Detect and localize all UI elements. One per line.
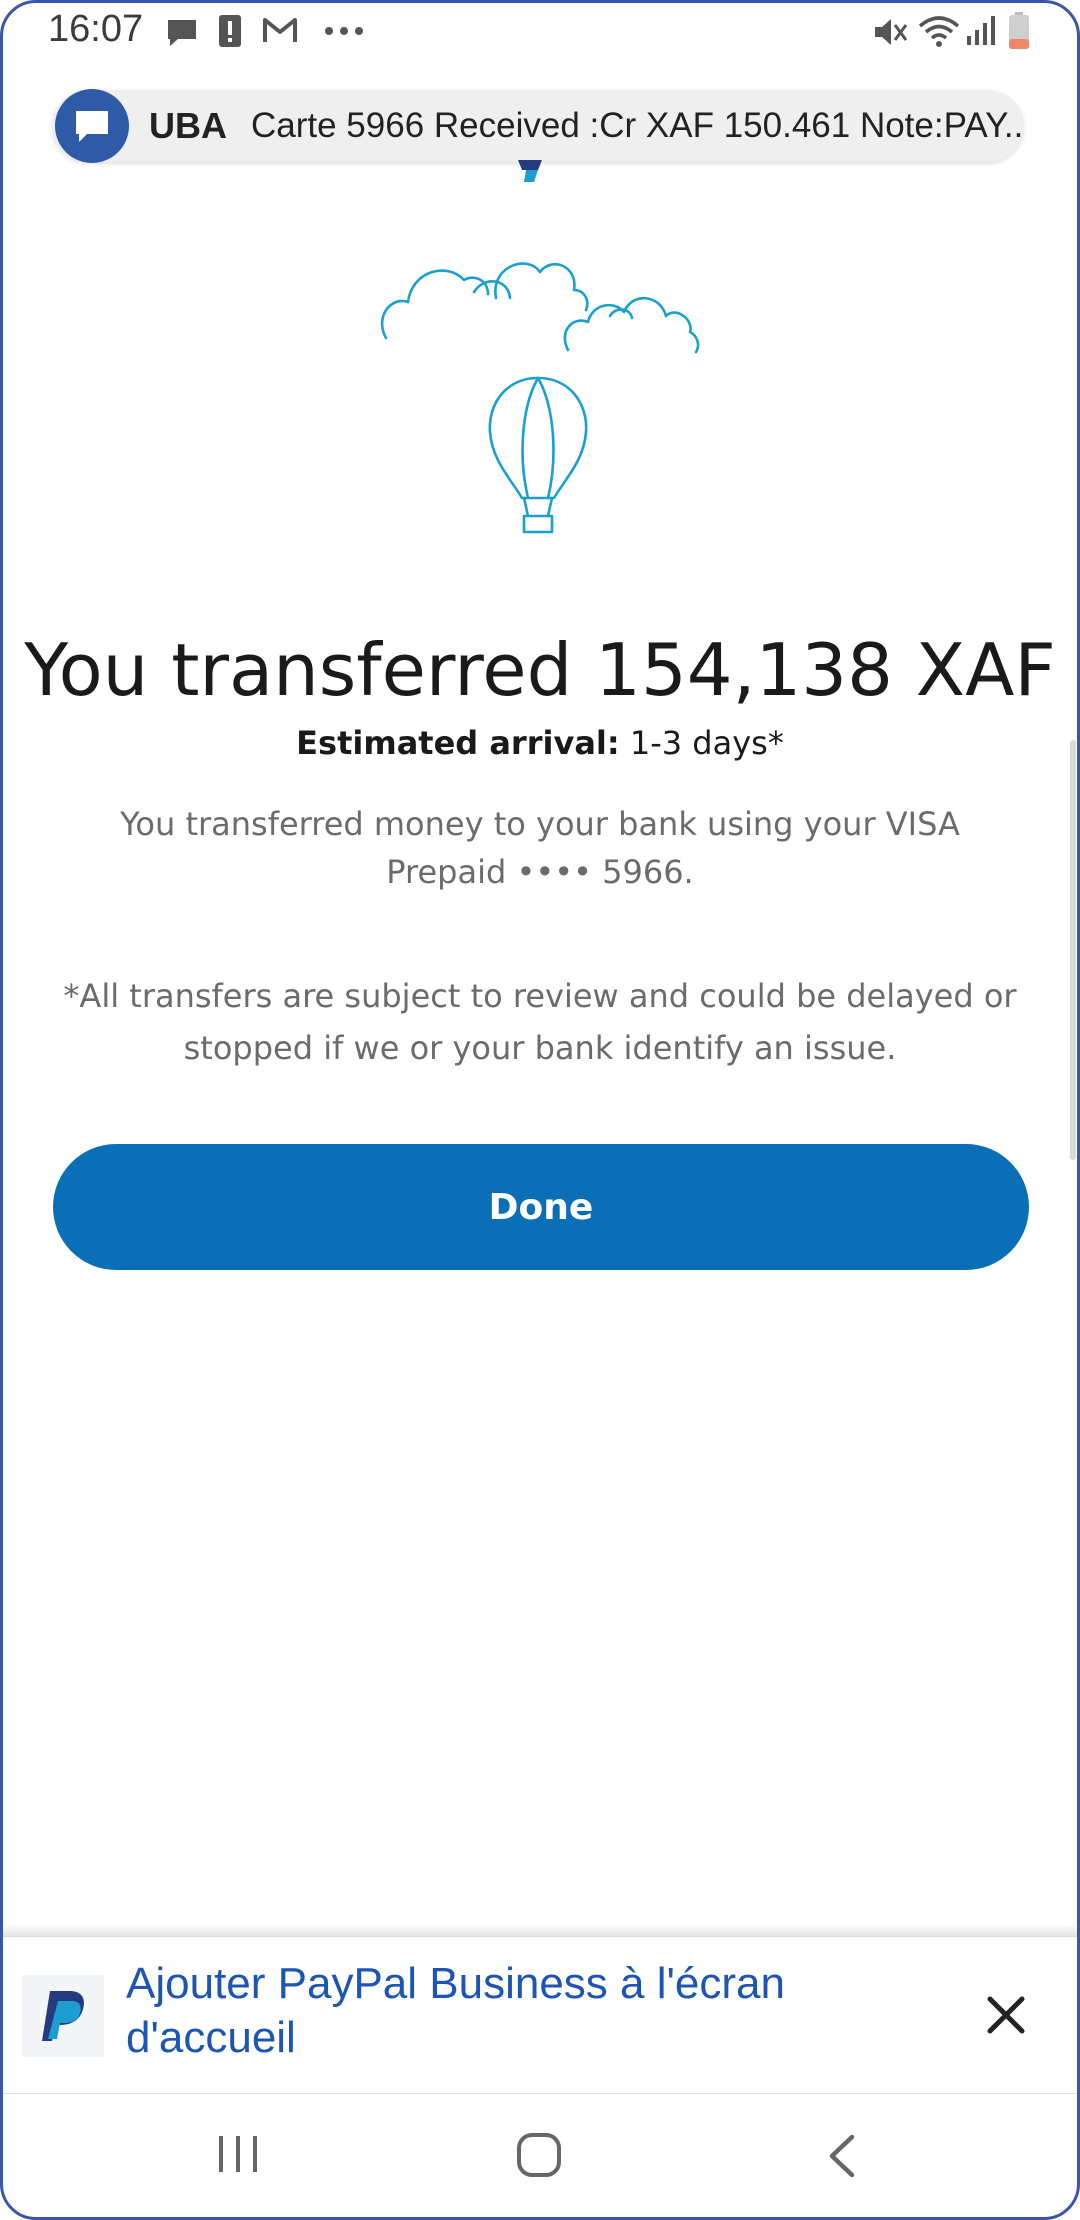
paypal-logo-fragment — [518, 160, 542, 182]
arrival-value: 1-3 days* — [629, 724, 784, 762]
scrollbar[interactable] — [1070, 740, 1076, 1160]
more-dots-icon — [325, 27, 363, 35]
message-app-icon — [55, 89, 129, 163]
system-navigation-bar — [0, 2094, 1080, 2220]
back-icon[interactable] — [826, 2134, 858, 2178]
alert-icon — [219, 15, 241, 47]
signal-icon — [967, 16, 995, 45]
message-icon — [168, 20, 196, 46]
review-disclaimer: *All transfers are subject to review and… — [63, 977, 1017, 1067]
paypal-logo-icon — [22, 1975, 104, 2057]
estimated-arrival: Estimated arrival: 1-3 days* — [0, 724, 1080, 762]
notification-sender: UBA — [149, 105, 227, 146]
recent-apps-icon[interactable] — [216, 2134, 260, 2174]
status-bar: 16:07 — [0, 0, 1080, 62]
wifi-icon — [918, 16, 960, 47]
add-to-home-banner[interactable]: Ajouter PayPal Business à l'écran d'accu… — [0, 1936, 1080, 2094]
gmail-icon — [263, 18, 297, 42]
mute-icon — [875, 19, 908, 45]
done-button[interactable]: Done — [53, 1144, 1029, 1270]
home-icon[interactable] — [516, 2132, 562, 2178]
close-icon[interactable] — [984, 1993, 1028, 2037]
banner-shadow — [0, 1924, 1080, 1936]
notification-text: Carte 5966 Received :Cr XAF 150.461 Note… — [251, 106, 1024, 145]
sms-notification-banner[interactable]: UBA Carte 5966 Received :Cr XAF 150.461 … — [52, 89, 1024, 163]
add-to-home-text[interactable]: Ajouter PayPal Business à l'écran d'accu… — [126, 1957, 846, 2065]
transfer-headline: You transferred 154,138 XAF — [24, 628, 1056, 713]
arrival-label: Estimated arrival: — [296, 724, 620, 762]
transfer-description: You transferred money to your bank using… — [120, 805, 960, 891]
battery-icon — [1009, 12, 1029, 49]
status-time: 16:07 — [48, 8, 144, 50]
balloon-clouds-illustration — [380, 262, 700, 534]
